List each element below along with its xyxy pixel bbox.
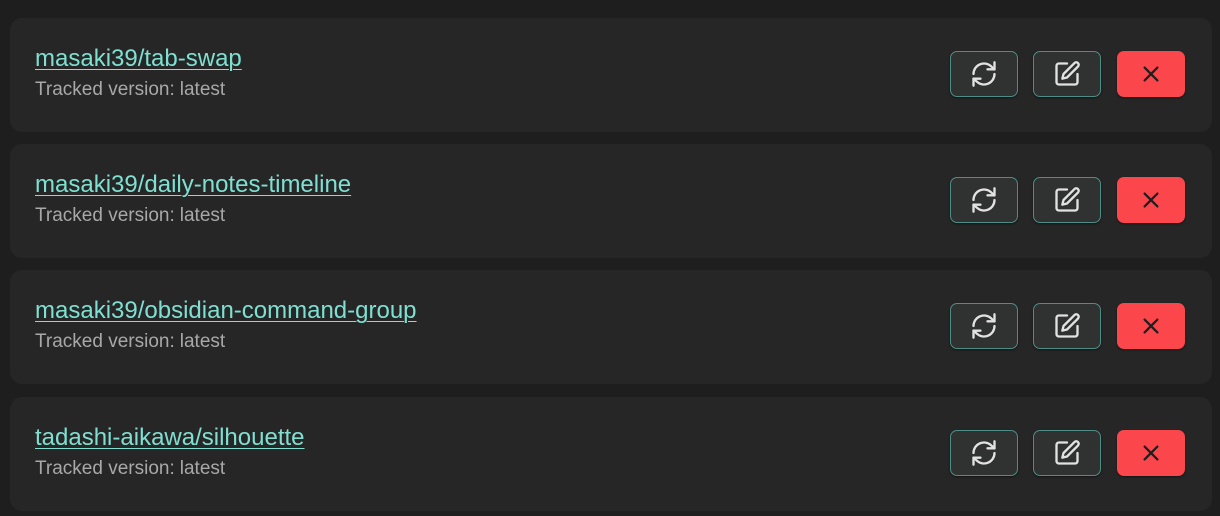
delete-button[interactable] — [1117, 430, 1185, 476]
plugin-row: masaki39/tab-swap Tracked version: latest — [10, 18, 1212, 132]
tracked-version-text: Tracked version: latest — [35, 330, 417, 354]
tracked-version-text: Tracked version: latest — [35, 457, 305, 481]
tracked-version-label: Tracked version: — [35, 331, 175, 352]
edit-icon — [1055, 187, 1080, 212]
plugin-list: masaki39/tab-swap Tracked version: latest… — [0, 0, 1220, 516]
plugin-info: masaki39/obsidian-command-group Tracked … — [35, 296, 417, 354]
edit-button[interactable] — [1033, 51, 1101, 97]
tracked-version-text: Tracked version: latest — [35, 204, 351, 228]
refresh-icon — [972, 61, 996, 87]
delete-button[interactable] — [1117, 303, 1185, 349]
check-update-button[interactable] — [950, 51, 1018, 97]
check-update-button[interactable] — [950, 177, 1018, 223]
edit-icon — [1055, 313, 1080, 338]
tracked-version-label: Tracked version: — [35, 458, 175, 479]
tracked-version-value: latest — [179, 205, 226, 226]
tracked-version-label: Tracked version: — [35, 79, 175, 100]
plugin-row: tadashi-aikawa/silhouette Tracked versio… — [10, 397, 1212, 511]
close-icon — [1143, 318, 1159, 334]
delete-button[interactable] — [1117, 51, 1185, 97]
check-update-button[interactable] — [950, 303, 1018, 349]
tracked-version-value: latest — [179, 458, 226, 479]
refresh-icon — [972, 187, 996, 213]
refresh-icon — [972, 440, 996, 466]
plugin-row: masaki39/daily-notes-timeline Tracked ve… — [10, 144, 1212, 258]
close-icon — [1143, 445, 1159, 461]
tracked-version-text: Tracked version: latest — [35, 78, 242, 102]
plugin-row: masaki39/obsidian-command-group Tracked … — [10, 270, 1212, 384]
tracked-version-value: latest — [179, 331, 226, 352]
tracked-version-value: latest — [179, 79, 226, 100]
delete-button[interactable] — [1117, 177, 1185, 223]
plugin-info: tadashi-aikawa/silhouette Tracked versio… — [35, 423, 305, 481]
edit-button[interactable] — [1033, 177, 1101, 223]
refresh-icon — [972, 313, 996, 339]
close-icon — [1143, 192, 1159, 208]
edit-icon — [1055, 440, 1080, 465]
edit-button[interactable] — [1033, 430, 1101, 476]
plugin-repo-link[interactable]: masaki39/obsidian-command-group — [35, 296, 417, 326]
plugin-info: masaki39/daily-notes-timeline Tracked ve… — [35, 170, 351, 228]
edit-button[interactable] — [1033, 303, 1101, 349]
check-update-button[interactable] — [950, 430, 1018, 476]
tracked-version-label: Tracked version: — [35, 205, 175, 226]
close-icon — [1143, 66, 1159, 82]
edit-icon — [1055, 61, 1080, 86]
plugin-repo-link[interactable]: masaki39/tab-swap — [35, 44, 242, 74]
plugin-info: masaki39/tab-swap Tracked version: latest — [35, 44, 242, 102]
plugin-repo-link[interactable]: masaki39/daily-notes-timeline — [35, 170, 351, 200]
plugin-repo-link[interactable]: tadashi-aikawa/silhouette — [35, 423, 305, 453]
